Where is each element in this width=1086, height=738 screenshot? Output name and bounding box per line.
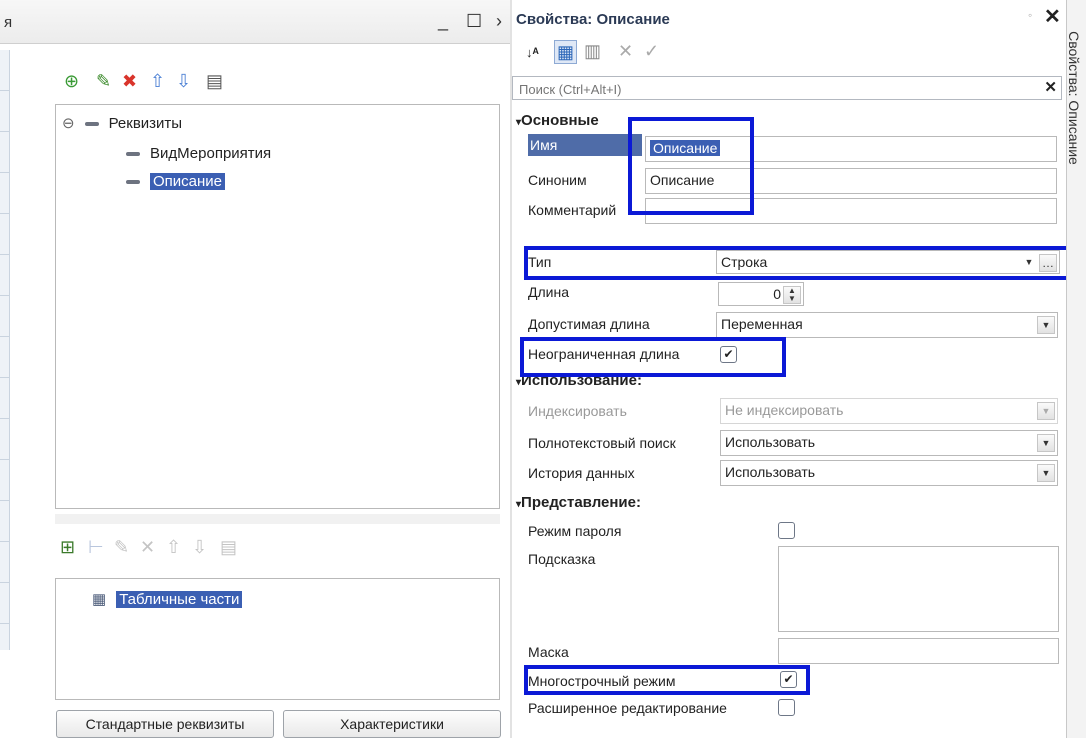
categories-icon[interactable]: ▦ [554,40,578,64]
delete-icon[interactable]: ✖ [122,70,137,92]
clear-icon[interactable]: ✕ [618,40,633,62]
attribute-icon [84,122,99,127]
edit-icon[interactable]: ✎ [114,536,129,558]
move-up-icon[interactable]: ⇧ [166,536,181,558]
index-field[interactable]: Не индексировать ▼ [720,398,1058,424]
highlight-type [524,246,1070,280]
add-child-icon[interactable]: ⊢ [88,536,104,558]
label-name: Имя [528,134,642,156]
standard-attributes-button[interactable]: Стандартные реквизиты [56,710,274,738]
side-tab-label: Свойства: Описание [1065,31,1082,165]
collapse-icon[interactable]: ⊖ [62,115,75,132]
tree-node-root[interactable]: ⊖ Реквизиты [62,113,182,135]
close-icon[interactable]: ✕ [1044,4,1061,29]
chevron-right-icon[interactable]: › [496,10,502,32]
label-password-mode: Режим пароля [528,523,622,539]
maximize-icon[interactable]: ☐ [466,10,482,32]
dropdown-icon[interactable]: ▼ [1037,402,1055,420]
highlight-name-synonym [628,117,754,215]
minimize-icon[interactable]: _ [438,10,448,32]
label-allowed-length: Допустимая длина [528,316,650,332]
allowed-length-field[interactable]: Переменная ▼ [716,312,1058,338]
left-window-title: я [4,14,13,31]
apply-icon[interactable]: ✓ [644,40,659,62]
label-comment: Комментарий [528,202,617,218]
characteristics-button[interactable]: Характеристики [283,710,501,738]
window-divider [510,0,512,738]
group-presentation[interactable]: ▾Представление: [516,494,641,511]
spin-icon[interactable]: ▲ ▼ [783,286,801,304]
label-history: История данных [528,465,635,481]
add-icon[interactable]: ⊕ [64,70,79,92]
tree-item-opisanie[interactable]: Описание [126,171,226,193]
clear-search-icon[interactable]: ✕ [1044,78,1057,96]
filter-icon[interactable]: ▥ [584,40,601,62]
list-icon[interactable]: ▤ [220,536,237,558]
move-up-icon[interactable]: ⇧ [150,70,165,92]
attributes-tree[interactable]: ⊖ Реквизиты ВидМероприятия Описание [55,104,500,509]
group-basic[interactable]: ▾Основные [516,112,599,129]
hint-field[interactable] [778,546,1059,632]
tree-item-vid-meropriyatiya[interactable]: ВидМероприятия [126,143,271,165]
splitter[interactable] [55,514,500,524]
pin-icon[interactable]: ◦ [1028,8,1032,22]
tabular-parts-tree[interactable]: ▦ Табличные части [55,578,500,700]
table-icon: ▦ [92,591,107,608]
label-mask: Маска [528,644,569,660]
highlight-unlimited-length [520,337,786,377]
history-field[interactable]: Использовать ▼ [720,460,1058,486]
properties-header: Свойства: Описание ◦ ✕ [512,6,1062,32]
search-input[interactable] [517,79,1031,99]
mask-field[interactable] [778,638,1059,664]
label-fulltext: Полнотекстовый поиск [528,435,676,451]
move-down-icon[interactable]: ⇩ [192,536,207,558]
attribute-icon [126,180,140,185]
fulltext-field[interactable]: Использовать ▼ [720,430,1058,456]
side-tab-properties[interactable]: Свойства: Описание [1066,0,1086,738]
properties-toolbar: ↓ᴬ ▦ ▥ ✕ ✓ [512,34,1062,72]
label-hint: Подсказка [528,551,596,567]
label-length: Длина [528,284,569,300]
move-down-icon[interactable]: ⇩ [176,70,191,92]
edit-icon[interactable]: ✎ [96,70,111,92]
tree-node-tabular-parts[interactable]: ▦ Табличные части [92,589,243,611]
label-extended-edit: Расширенное редактирование [528,700,727,716]
length-field[interactable]: 0 ▲ ▼ [718,282,804,306]
dropdown-icon[interactable]: ▼ [1037,464,1055,482]
label-index: Индексировать [528,403,627,419]
label-synonym: Синоним [528,172,587,188]
left-window-titlebar: я _ ☐ › [0,0,510,44]
left-side-strip [0,50,10,650]
password-mode-checkbox[interactable] [778,522,795,539]
delete-icon[interactable]: ✕ [140,536,155,558]
search-field[interactable]: ✕ [512,76,1062,100]
list-icon[interactable]: ▤ [206,70,223,92]
add-table-icon[interactable]: ⊞ [60,536,75,558]
properties-title: Свойства: Описание [516,11,670,28]
dropdown-icon[interactable]: ▼ [1037,434,1055,452]
extended-edit-checkbox[interactable] [778,699,795,716]
attribute-icon [126,152,140,157]
sort-alpha-icon[interactable]: ↓ᴬ [526,42,539,64]
dropdown-icon[interactable]: ▼ [1037,316,1055,334]
highlight-multiline [524,665,810,695]
